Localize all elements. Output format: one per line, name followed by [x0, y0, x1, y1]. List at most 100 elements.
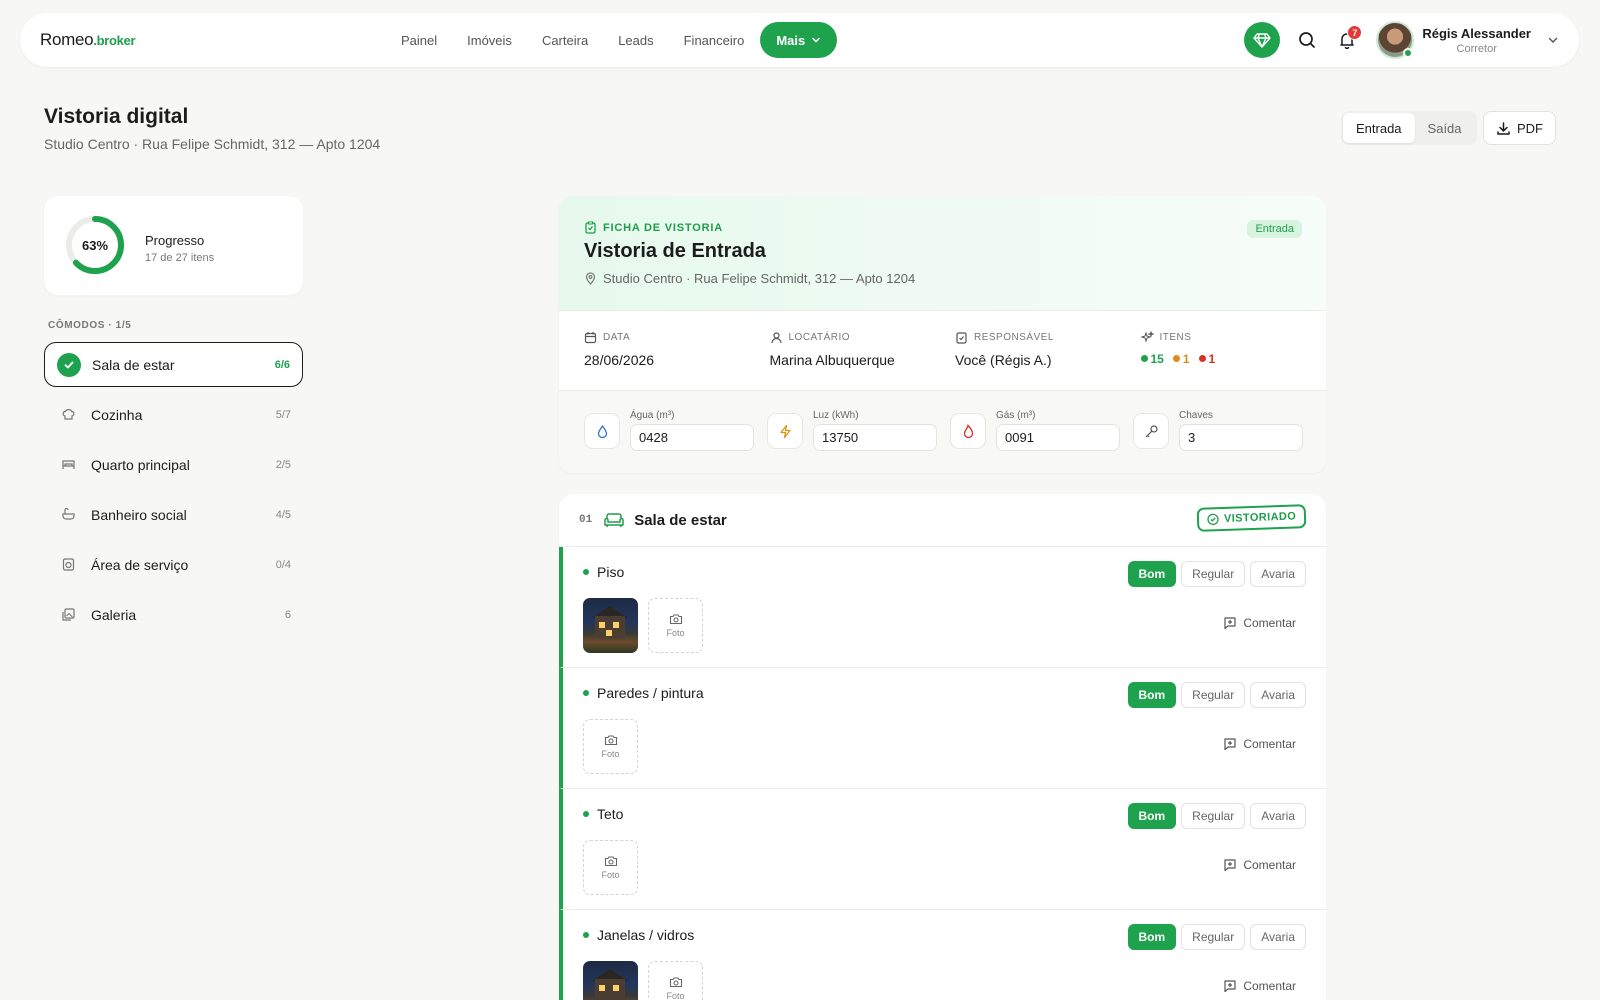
room-name: Área de serviço [91, 556, 189, 573]
online-status-dot [1403, 48, 1414, 58]
status-good-button[interactable]: Bom [1127, 561, 1177, 587]
meta-label: ITENS [1159, 332, 1192, 343]
gallery-icon [56, 603, 80, 627]
status-dot [583, 932, 589, 938]
status-regular-button[interactable]: Regular [1181, 682, 1246, 708]
status-good-button[interactable]: Bom [1127, 682, 1177, 708]
water-label: Água (m³) [630, 410, 675, 421]
status-damage-button[interactable]: Avaria [1250, 803, 1306, 829]
add-photo-button[interactable]: Foto [583, 840, 638, 895]
gas-reading-input[interactable] [996, 424, 1120, 451]
nav-link-leads[interactable]: Leads [603, 33, 668, 48]
keys-label: Chaves [1179, 410, 1213, 421]
sofa-icon [604, 513, 624, 527]
nav-link-financeiro[interactable]: Financeiro [669, 33, 760, 48]
progress-label: Progresso [145, 233, 205, 248]
meta-label: RESPONSÁVEL [974, 332, 1054, 343]
comment-button[interactable]: Comentar [1223, 979, 1296, 993]
photo-thumbnail[interactable] [583, 961, 638, 1000]
comment-plus-icon [1224, 738, 1236, 751]
pdf-download-button[interactable]: PDF [1483, 111, 1556, 145]
notification-count-badge: 7 [1347, 25, 1363, 40]
comment-button[interactable]: Comentar [1223, 737, 1296, 751]
nav-more-button[interactable]: Mais [760, 22, 838, 58]
key-icon [1133, 413, 1169, 449]
inspection-item-row: Teto Bom Regular Avaria Foto Comentar [559, 789, 1326, 910]
bathtub-icon [56, 503, 80, 527]
room-item-area-de-servico[interactable]: Área de serviço 0/4 [44, 542, 303, 587]
clipboard-icon [956, 332, 967, 344]
logo[interactable]: Romeo.broker [40, 30, 136, 50]
status-damage-button[interactable]: Avaria [1250, 561, 1306, 587]
camera-icon [669, 614, 682, 625]
status-regular-button[interactable]: Regular [1181, 924, 1246, 950]
nav-link-painel[interactable]: Painel [386, 33, 452, 48]
status-good-button[interactable]: Bom [1127, 803, 1177, 829]
chevron-down-icon[interactable] [1547, 34, 1559, 46]
washing-machine-icon [56, 553, 80, 577]
check-circle-icon [1207, 513, 1219, 525]
inspection-sheet-card: FICHA DE VISTORIA Vistoria de Entrada St… [559, 196, 1326, 473]
search-button[interactable] [1292, 25, 1322, 55]
electricity-label: Luz (kWh) [813, 410, 859, 421]
add-photo-label: Foto [666, 991, 685, 1000]
nav-link-imoveis[interactable]: Imóveis [452, 33, 527, 48]
electricity-reading-input[interactable] [813, 424, 937, 451]
count-bad: 1 [1198, 352, 1215, 366]
status-selector: Bom Regular Avaria [1127, 561, 1306, 587]
room-item-sala-de-estar[interactable]: Sala de estar 6/6 [44, 342, 303, 387]
comment-plus-icon [1224, 617, 1236, 630]
nav-link-carteira[interactable]: Carteira [527, 33, 603, 48]
meta-label: LOCATÁRIO [788, 332, 851, 343]
comment-label: Comentar [1243, 858, 1296, 872]
inspection-address: Studio Centro · Rua Felipe Schmidt, 312 … [584, 271, 915, 286]
comment-button[interactable]: Comentar [1223, 858, 1296, 872]
add-photo-button[interactable]: Foto [648, 961, 703, 1000]
water-reading-input[interactable] [630, 424, 754, 451]
notifications-button[interactable]: 7 [1332, 25, 1363, 55]
pdf-label: PDF [1517, 120, 1543, 136]
meta-items: ITENS 15 1 1 [1140, 311, 1327, 390]
progress-subtext: 17 de 27 itens [145, 252, 215, 264]
add-photo-button[interactable]: Foto [648, 598, 703, 653]
meta-date: DATA 28/06/2026 [584, 311, 770, 390]
status-regular-button[interactable]: Regular [1181, 803, 1246, 829]
status-dot [583, 811, 589, 817]
premium-button[interactable] [1244, 22, 1281, 58]
add-photo-label: Foto [601, 870, 620, 880]
tab-saida[interactable]: Saída [1415, 113, 1475, 143]
calendar-icon [584, 332, 597, 344]
room-item-banheiro-social[interactable]: Banheiro social 4/5 [44, 492, 303, 537]
tab-entrada[interactable]: Entrada [1343, 113, 1415, 143]
status-damage-button[interactable]: Avaria [1250, 682, 1306, 708]
progress-card: 63% Progresso 17 de 27 itens [44, 196, 303, 295]
check-circle-icon [57, 352, 81, 377]
item-name: Janelas / vidros [583, 927, 694, 943]
keys-count-input[interactable] [1179, 424, 1303, 451]
inspection-item-row: Paredes / pintura Bom Regular Avaria Fot… [559, 668, 1326, 789]
status-good-button[interactable]: Bom [1127, 924, 1177, 950]
inspection-sheet-header: FICHA DE VISTORIA Vistoria de Entrada St… [559, 196, 1326, 311]
nav-right: 7 Régis Alessander Corretor [1244, 13, 1559, 67]
meta-tenant: LOCATÁRIO Marina Albuquerque [770, 311, 956, 390]
camera-icon [604, 856, 617, 867]
room-item-cozinha[interactable]: Cozinha 5/7 [44, 392, 303, 437]
diamond-icon [1253, 33, 1272, 48]
status-regular-button[interactable]: Regular [1181, 561, 1246, 587]
status-selector: Bom Regular Avaria [1127, 803, 1306, 829]
room-item-galeria[interactable]: Galeria 6 [44, 592, 303, 637]
room-item-quarto-principal[interactable]: Quarto principal 2/5 [44, 442, 303, 487]
room-card-header: 01 Sala de estar VISTORIADO [559, 494, 1326, 547]
inspected-stamp: VISTORIADO [1196, 504, 1307, 532]
add-photo-label: Foto [666, 628, 685, 638]
progress-percent: 63% [81, 237, 109, 253]
comment-button[interactable]: Comentar [1223, 616, 1296, 630]
status-damage-button[interactable]: Avaria [1250, 924, 1306, 950]
add-photo-button[interactable]: Foto [583, 719, 638, 774]
inspection-item-row: Piso Bom Regular Avaria Foto Comentar [559, 547, 1326, 668]
user-menu[interactable]: Régis Alessander Corretor [1422, 26, 1531, 55]
search-icon [1299, 32, 1316, 48]
count-good: 15 [1140, 352, 1164, 366]
avatar[interactable] [1376, 21, 1415, 59]
photo-thumbnail[interactable] [583, 598, 638, 653]
